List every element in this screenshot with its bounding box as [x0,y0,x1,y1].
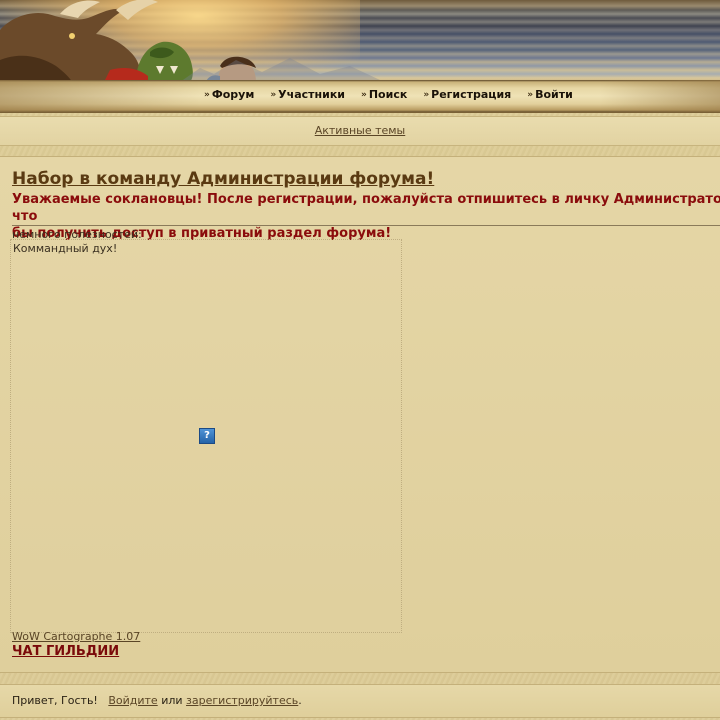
nav-item-members[interactable]: » Участники [270,88,345,101]
active-topics-link[interactable]: Активные темы [0,124,720,137]
login-link[interactable]: Войдите [108,694,157,707]
nav-item-search[interactable]: » Поиск [361,88,407,101]
nav-item-label: Форум [211,88,255,101]
or-text: или [161,694,183,707]
announcement-panel: Набор в команду Администрации форума! Ув… [0,156,720,673]
greeting-text: Привет, Гость! [12,694,98,707]
period-text: . [298,694,302,707]
announcement-title[interactable]: Набор в команду Администрации форума! [12,169,434,189]
nav-item-forum[interactable]: » Форум [204,88,254,101]
register-link[interactable]: зарегистрируйтесь [186,694,298,707]
broken-image-icon: ? [199,428,215,444]
cartographer-link[interactable]: WoW Cartographe 1.07 [12,630,140,643]
double-chevron-right-icon: » [423,89,429,100]
main-navigation: » Форум » Участники » Поиск » Регистраци… [0,80,720,113]
frame-caption: Коммандный дух! [13,242,118,255]
greeting-row: Привет, Гость! Войдите или зарегистрируй… [12,694,302,707]
announcement-subtitle-line1: Уважаемые сокланoвцы! После регистрации,… [12,192,720,224]
banner-artwork [0,0,380,82]
double-chevron-right-icon: » [361,89,367,100]
active-topics-bar: Активные темы [0,116,720,146]
double-chevron-right-icon: » [270,89,276,100]
nav-item-login[interactable]: » Войти [527,88,573,101]
nav-item-label: Войти [535,88,573,101]
nav-item-register[interactable]: » Регистрация [423,88,511,101]
nav-menu: » Форум » Участники » Поиск » Регистраци… [204,88,589,101]
guest-greeting-bar: Привет, Гость! Войдите или зарегистрируй… [0,684,720,718]
nav-item-label: Регистрация [431,88,512,101]
guild-chat-link[interactable]: ЧАТ ГИЛЬДИИ [12,644,119,659]
divider [12,225,720,226]
double-chevron-right-icon: » [527,89,533,100]
double-chevron-right-icon: » [204,89,210,100]
header-banner [0,0,720,82]
embedded-media-frame: Коммандный дух! ? [10,239,402,633]
nav-item-label: Участники [278,88,346,101]
nav-item-label: Поиск [368,88,408,101]
